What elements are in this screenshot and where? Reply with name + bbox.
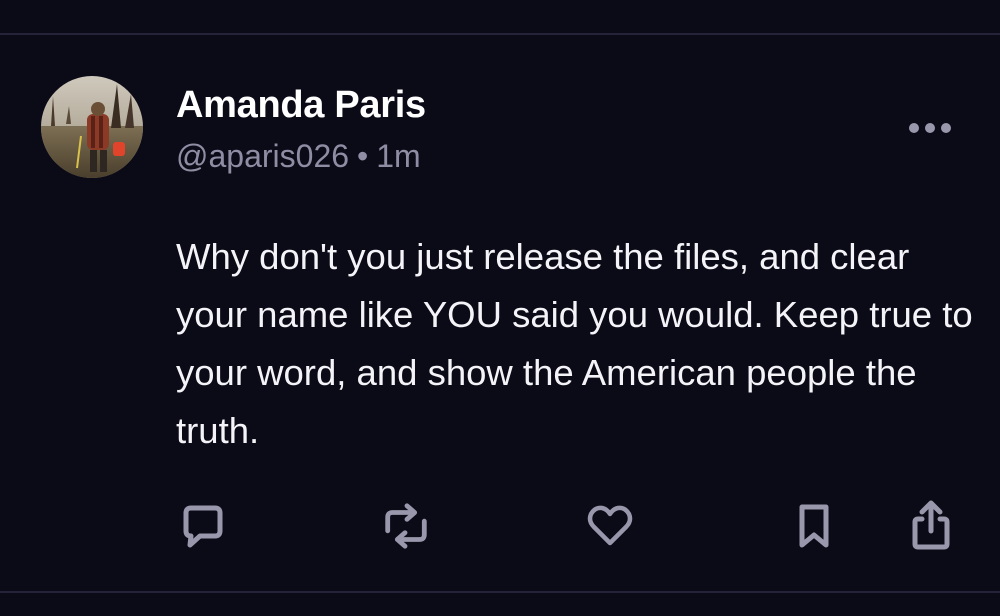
meta-separator: • [357, 138, 369, 174]
repost-arrows-icon [385, 503, 427, 549]
top-divider [0, 33, 1000, 35]
user-handle[interactable]: @aparis026 [176, 138, 349, 174]
heart-icon [587, 505, 633, 546]
repost-button[interactable] [380, 500, 432, 552]
ellipsis-icon [909, 123, 951, 133]
avatar-photo [41, 76, 143, 178]
bookmark-icon [799, 504, 829, 548]
share-button[interactable] [905, 500, 957, 552]
avatar[interactable] [41, 76, 143, 178]
post-timestamp[interactable]: 1m [376, 138, 420, 174]
bottom-divider [0, 591, 1000, 593]
bookmark-button[interactable] [788, 500, 840, 552]
share-upload-icon [912, 500, 950, 550]
post-text: Why don't you just release the files, an… [176, 236, 973, 451]
post-meta: @aparis026 • 1m [176, 138, 421, 175]
reply-button[interactable] [177, 500, 229, 552]
like-button[interactable] [584, 500, 636, 552]
display-name[interactable]: Amanda Paris [176, 84, 426, 127]
more-options-button[interactable] [906, 118, 954, 138]
chat-bubble-icon [183, 505, 223, 548]
